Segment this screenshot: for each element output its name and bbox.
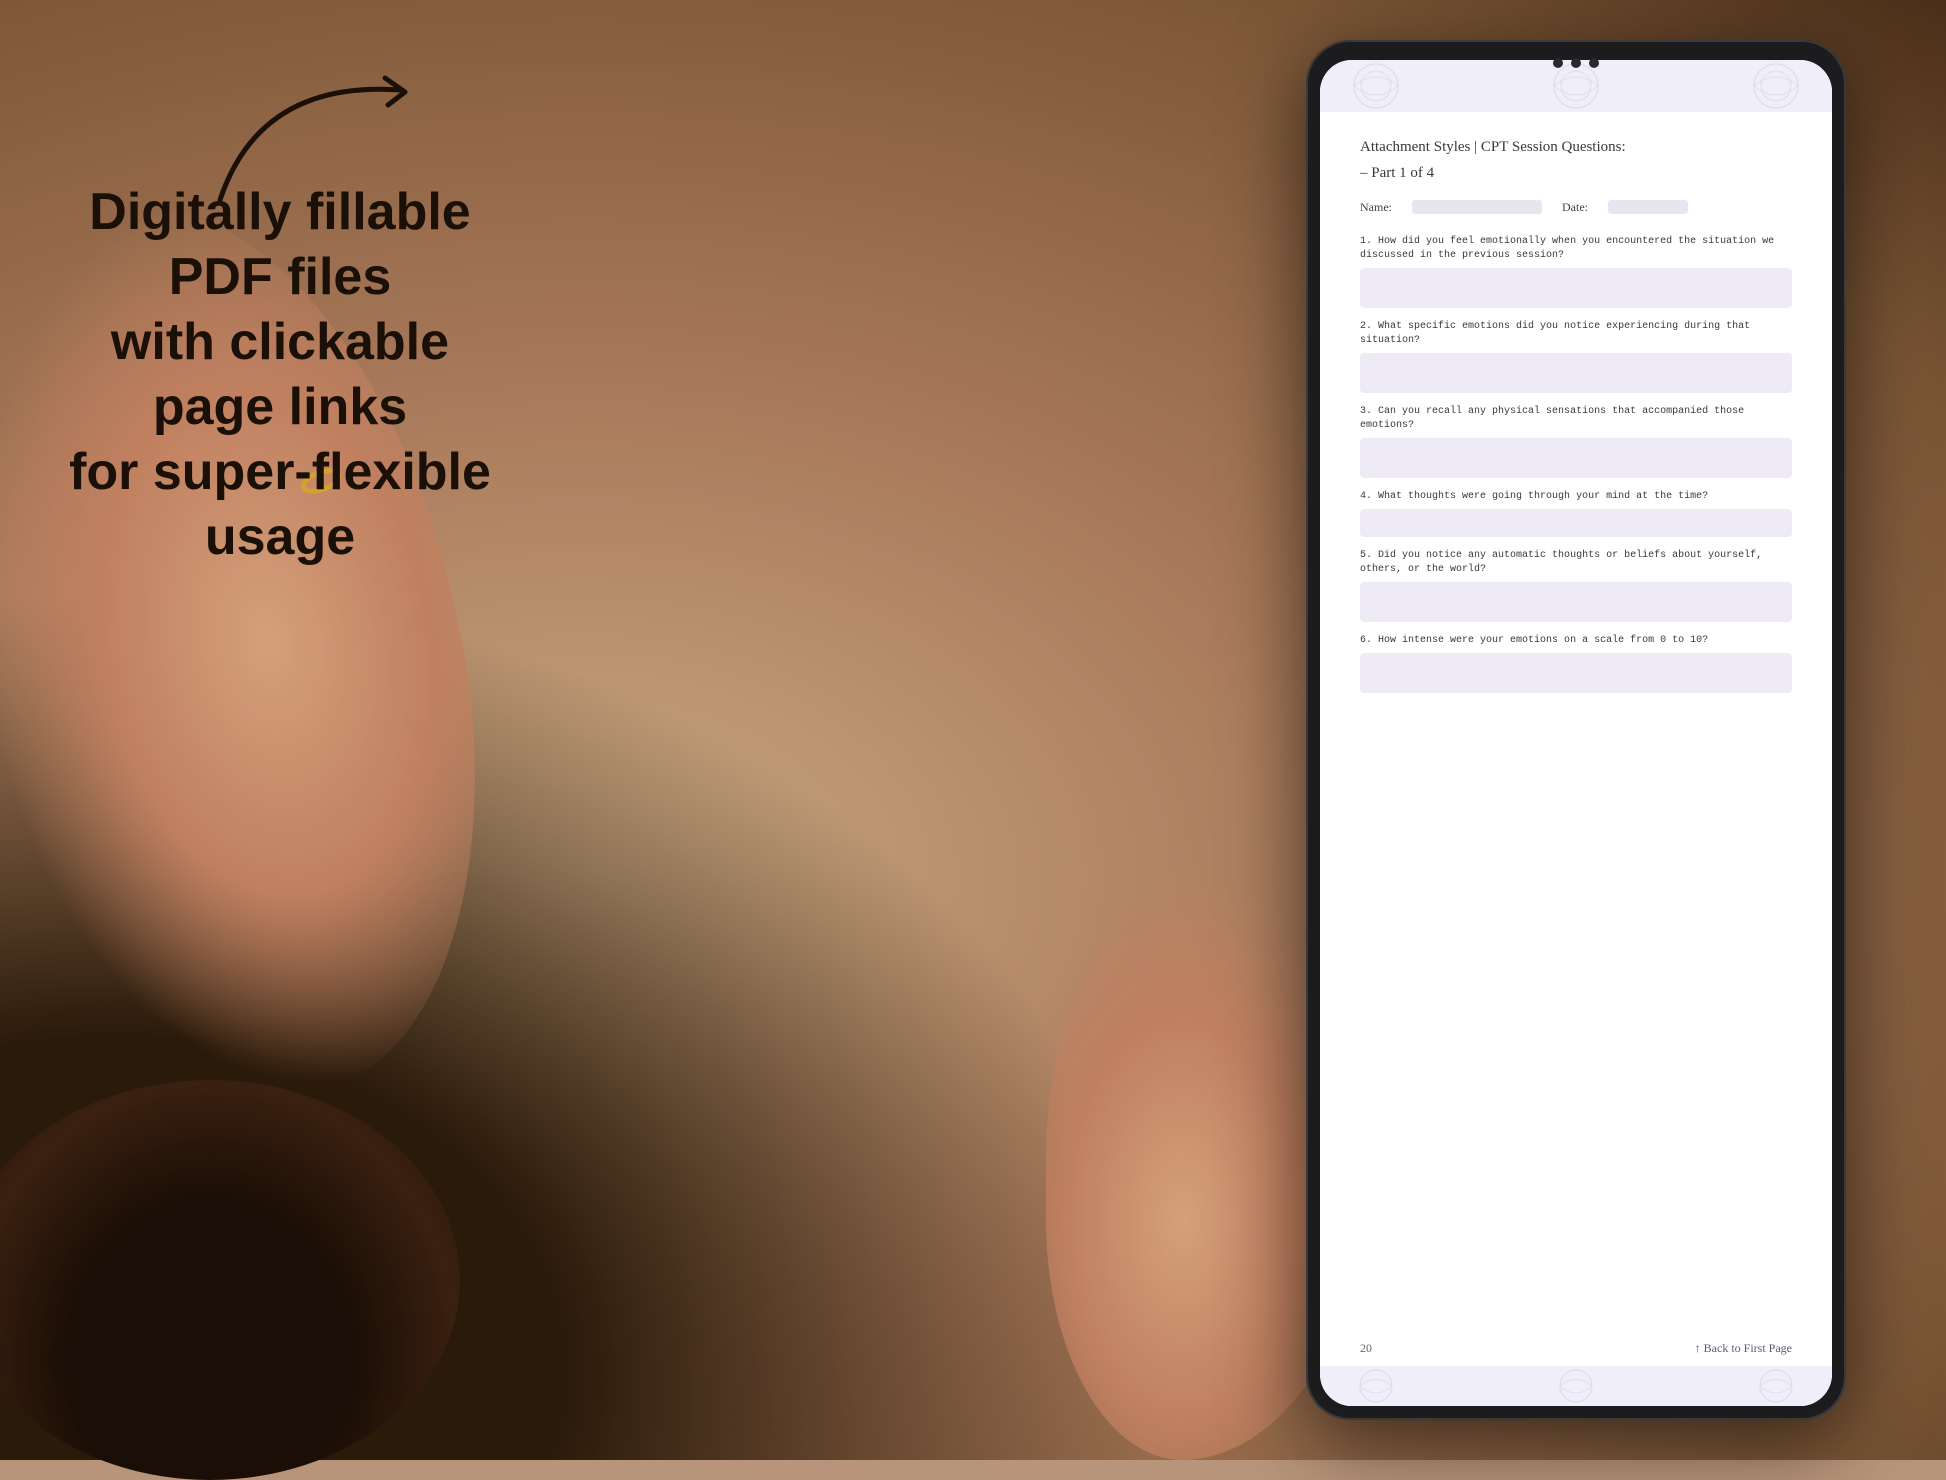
pdf-title-line1: Attachment Styles | CPT Session Question…	[1360, 136, 1792, 159]
date-label: Date:	[1562, 200, 1588, 215]
answer-area-5[interactable]	[1360, 582, 1792, 622]
answer-area-1[interactable]	[1360, 268, 1792, 308]
page-number: 20	[1360, 1341, 1372, 1356]
answer-area-2[interactable]	[1360, 353, 1792, 393]
question-2-text: 2. What specific emotions did you notice…	[1360, 320, 1792, 348]
question-6-text: 6. How intense were your emotions on a s…	[1360, 634, 1792, 648]
question-block-5: 5. Did you notice any automatic thoughts…	[1360, 549, 1792, 622]
name-input-field[interactable]	[1412, 200, 1542, 214]
camera-dot-2	[1571, 58, 1581, 68]
back-to-first-page-link[interactable]: ↑ Back to First Page	[1695, 1341, 1792, 1356]
date-input-field[interactable]	[1608, 200, 1688, 214]
marketing-text-block: Digitally fillable PDF files with clicka…	[60, 180, 500, 570]
question-4-text: 4. What thoughts were going through your…	[1360, 490, 1792, 504]
question-block-4: 4. What thoughts were going through your…	[1360, 490, 1792, 537]
pdf-content-area: Attachment Styles | CPT Session Question…	[1320, 112, 1832, 1333]
tablet-wrapper: Attachment Styles | CPT Session Question…	[1286, 30, 1866, 1430]
name-label: Name:	[1360, 200, 1392, 215]
answer-area-4[interactable]	[1360, 509, 1792, 537]
answer-area-6[interactable]	[1360, 653, 1792, 693]
pdf-page: Attachment Styles | CPT Session Question…	[1320, 60, 1832, 1406]
question-block-1: 1. How did you feel emotionally when you…	[1360, 235, 1792, 308]
pdf-footer: 20 ↑ Back to First Page	[1320, 1333, 1832, 1366]
question-1-text: 1. How did you feel emotionally when you…	[1360, 235, 1792, 263]
marketing-headline: Digitally fillable PDF files with clicka…	[60, 180, 500, 570]
answer-area-3[interactable]	[1360, 438, 1792, 478]
tablet-notch	[1553, 58, 1599, 68]
tablet-device: Attachment Styles | CPT Session Question…	[1306, 40, 1846, 1420]
tablet-screen: Attachment Styles | CPT Session Question…	[1320, 60, 1832, 1406]
question-5-text: 5. Did you notice any automatic thoughts…	[1360, 549, 1792, 577]
question-block-2: 2. What specific emotions did you notice…	[1360, 320, 1792, 393]
camera-dot-1	[1553, 58, 1563, 68]
name-date-row: Name: Date:	[1360, 200, 1792, 215]
question-block-6: 6. How intense were your emotions on a s…	[1360, 634, 1792, 693]
question-block-3: 3. Can you recall any physical sensation…	[1360, 405, 1792, 478]
camera-dot-3	[1589, 58, 1599, 68]
question-3-text: 3. Can you recall any physical sensation…	[1360, 405, 1792, 433]
pdf-title-line2: – Part 1 of 4	[1360, 165, 1792, 182]
pdf-bottom-decoration	[1320, 1366, 1832, 1406]
